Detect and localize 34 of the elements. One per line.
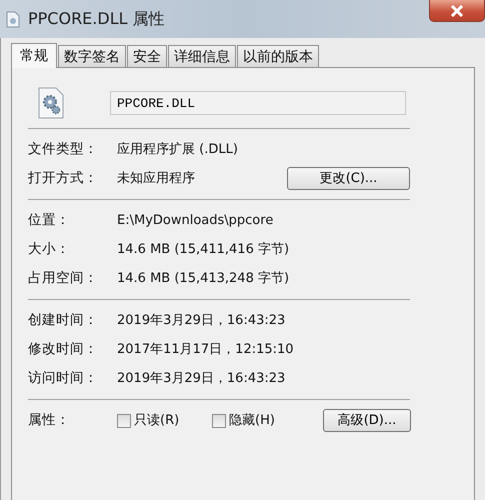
field-label: 修改时间： bbox=[28, 340, 99, 360]
field-label: 位置： bbox=[28, 211, 71, 230]
field-value: 应用程序扩展 (.DLL) bbox=[117, 140, 239, 159]
file-gear-icon bbox=[38, 87, 64, 119]
field-value: 14.6 MB (15,411,416 字节) bbox=[117, 240, 290, 259]
field-value: 2019年3月29日，16:43:23 bbox=[117, 370, 286, 388]
checkbox-label: 隐藏(H) bbox=[229, 412, 275, 430]
tab[interactable]: 常规 bbox=[11, 43, 57, 68]
field-label: 大小： bbox=[28, 240, 71, 260]
field-value: 2019年3月29日，16:43:23 bbox=[117, 312, 286, 330]
field-value: 14.6 MB (15,413,248 字节) bbox=[117, 270, 290, 288]
field-label: 打开方式： bbox=[28, 169, 99, 188]
field-value: 未知应用程序 bbox=[117, 170, 196, 188]
checkbox[interactable] bbox=[117, 414, 131, 428]
file-icon bbox=[6, 10, 20, 28]
tab[interactable]: 详细信息 bbox=[168, 45, 236, 67]
change-button[interactable]: 更改(C)... bbox=[287, 167, 410, 190]
advanced-button[interactable]: 高级(D)... bbox=[323, 409, 411, 432]
field-value: E:\MyDownloads\ppcore bbox=[117, 212, 274, 230]
file-name-field[interactable]: PPCORE.DLL bbox=[110, 91, 406, 115]
close-icon bbox=[450, 4, 464, 16]
attributes-label: 属性： bbox=[28, 411, 71, 430]
field-value: 2017年11月17日，12:15:10 bbox=[117, 340, 295, 359]
field-label: 文件类型： bbox=[28, 140, 99, 160]
field-label: 创建时间： bbox=[28, 311, 99, 330]
tab[interactable]: 安全 bbox=[127, 45, 167, 67]
field-label: 访问时间： bbox=[28, 369, 99, 388]
tab[interactable]: 以前的版本 bbox=[237, 45, 319, 67]
tab[interactable]: 数字签名 bbox=[58, 45, 126, 67]
checkbox-label: 只读(R) bbox=[134, 412, 180, 430]
close-button[interactable] bbox=[429, 0, 485, 22]
checkbox[interactable] bbox=[212, 414, 226, 428]
window-title: PPCORE.DLL 属性 bbox=[28, 8, 165, 30]
field-label: 占用空间： bbox=[28, 269, 99, 288]
